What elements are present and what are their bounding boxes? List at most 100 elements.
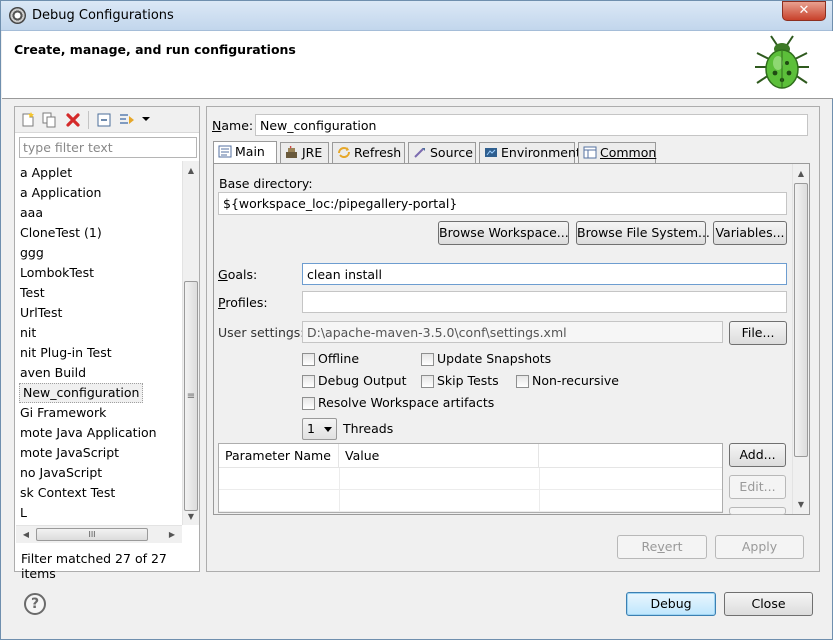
tab-jre-label: JRE	[302, 145, 323, 160]
goals-label: Goals:	[218, 267, 257, 282]
tree-item[interactable]: UrlTest	[20, 303, 62, 323]
tree-vertical-scrollbar[interactable]: ▲ ≡ ▼	[182, 161, 199, 525]
table-row[interactable]	[219, 490, 722, 512]
name-label: Name:	[212, 118, 253, 133]
tab-vertical-scrollbar[interactable]: ▲ ▼	[792, 164, 809, 514]
duplicate-icon[interactable]	[41, 112, 57, 128]
configurations-panel: type filter text a Applet a Application …	[14, 106, 200, 581]
tree-item[interactable]: aven Build	[20, 363, 86, 383]
refresh-icon	[338, 147, 350, 158]
tree-item[interactable]: mote JavaScript	[20, 443, 119, 463]
close-button[interactable]: Close	[724, 592, 813, 616]
eclipse-debug-icon	[9, 7, 26, 24]
resolve-workspace-checkbox[interactable]	[302, 397, 315, 410]
vertical-scroll-thumb[interactable]: ≡	[184, 281, 198, 511]
base-directory-field[interactable]: ${workspace_loc:/pipegallery-portal}	[218, 192, 787, 215]
revert-mnemonic: v	[657, 539, 665, 554]
revert-button[interactable]: Revert	[617, 535, 707, 559]
debug-button[interactable]: Debug	[626, 592, 716, 616]
filter-menu-chevron-down-icon[interactable]	[142, 117, 150, 121]
profiles-field[interactable]	[302, 291, 787, 313]
skip-tests-checkbox[interactable]	[421, 375, 434, 388]
scroll-up-icon[interactable]: ▲	[793, 166, 809, 182]
browse-workspace-button[interactable]: Browse Workspace...	[438, 221, 569, 245]
horizontal-scroll-thumb[interactable]: III	[36, 528, 148, 541]
profiles-label: Profiles:	[218, 295, 268, 310]
scroll-right-icon[interactable]: ▶	[164, 527, 180, 543]
window-close-button[interactable]: ✕	[782, 1, 826, 21]
tree-item[interactable]: aaa	[20, 203, 43, 223]
add-parameter-button[interactable]: Add...	[729, 443, 786, 467]
delete-icon[interactable]	[65, 112, 81, 128]
configurations-toolbar	[15, 107, 199, 133]
tab-source-label: Source	[430, 145, 473, 160]
tree-item[interactable]: mote Java Application	[20, 423, 157, 443]
tab-source[interactable]: Source	[408, 142, 476, 163]
environment-icon	[485, 148, 497, 157]
remove-parameter-button-partial[interactable]	[729, 507, 786, 515]
non-recursive-label: Non-recursive	[532, 373, 619, 388]
collapse-all-icon[interactable]	[96, 112, 112, 128]
threads-select[interactable]: 1	[302, 418, 337, 440]
non-recursive-checkbox[interactable]	[516, 375, 529, 388]
threads-chevron-down-icon	[324, 427, 332, 432]
parameters-table[interactable]: Parameter Name Value	[218, 443, 723, 513]
tab-common-label: Common	[600, 145, 657, 160]
tree-item[interactable]: CloneTest (1)	[20, 223, 102, 243]
goals-label-rest: oals:	[227, 267, 258, 282]
scroll-down-icon[interactable]: ▼	[183, 509, 199, 525]
tab-vertical-scroll-thumb[interactable]	[794, 183, 808, 457]
title-bar[interactable]: Debug Configurations ✕	[1, 1, 832, 31]
goals-mnemonic: G	[218, 267, 228, 282]
name-field[interactable]: New_configuration	[255, 114, 808, 136]
update-snapshots-checkbox[interactable]	[421, 353, 434, 366]
jre-icon	[286, 146, 297, 158]
tab-environment[interactable]: Environment	[479, 142, 581, 163]
offline-label: Offline	[318, 351, 360, 366]
main-tab-icon	[218, 145, 232, 158]
help-icon[interactable]: ?	[24, 593, 46, 615]
edit-parameter-button[interactable]: Edit...	[729, 475, 786, 499]
tree-item[interactable]: Test	[20, 283, 45, 303]
tree-item[interactable]: LombokTest	[20, 263, 94, 283]
tree-item[interactable]: a Application	[20, 183, 101, 203]
tab-common[interactable]: Common	[578, 142, 656, 163]
offline-checkbox[interactable]	[302, 353, 315, 366]
filter-icon[interactable]	[119, 112, 135, 128]
tab-refresh[interactable]: Refresh	[332, 142, 405, 163]
parameter-name-column-header[interactable]: Parameter Name	[219, 444, 339, 468]
filter-status: Filter matched 27 of 27 items	[21, 551, 167, 581]
goals-field[interactable]: clean install	[302, 263, 787, 285]
file-button[interactable]: File...	[729, 321, 787, 345]
bug-icon	[755, 35, 809, 89]
tab-jre[interactable]: JRE	[280, 142, 329, 163]
tree-item[interactable]: no JavaScript	[20, 463, 102, 483]
scroll-down-icon[interactable]: ▼	[793, 497, 809, 513]
value-column-header[interactable]: Value	[339, 444, 539, 468]
tree-item[interactable]: sk Context Test	[20, 483, 115, 503]
variables-button[interactable]: Variables...	[713, 221, 787, 245]
name-mnemonic: N	[212, 118, 222, 133]
tab-main-label: Main	[235, 144, 265, 159]
tab-main[interactable]: Main	[213, 141, 277, 164]
tree-item[interactable]: ggg	[20, 243, 44, 263]
apply-button[interactable]: Apply	[715, 535, 804, 559]
threads-value: 1	[307, 421, 315, 436]
scroll-up-icon[interactable]: ▲	[183, 163, 199, 179]
tree-item[interactable]: a Applet	[20, 163, 72, 183]
new-configuration-icon[interactable]	[20, 112, 36, 128]
browse-file-system-button[interactable]: Browse File System...	[576, 221, 710, 245]
tree-item[interactable]: L	[20, 503, 27, 521]
tree-item[interactable]: nit	[20, 323, 36, 343]
tree-horizontal-scrollbar[interactable]: ◀ III ▶	[16, 525, 182, 543]
filter-input[interactable]: type filter text	[19, 137, 197, 158]
source-icon	[414, 148, 425, 158]
tree-item[interactable]: nit Plug-in Test	[20, 343, 112, 363]
table-row[interactable]	[219, 468, 722, 490]
scroll-left-icon[interactable]: ◀	[18, 527, 34, 543]
tree-item[interactable]: Gi Framework	[20, 403, 106, 423]
tree-item-selected[interactable]: New_configuration	[19, 383, 144, 403]
tab-environment-label: Environment	[501, 145, 581, 160]
user-settings-field[interactable]: D:\apache-maven-3.5.0\conf\settings.xml	[302, 321, 723, 343]
debug-output-checkbox[interactable]	[302, 375, 315, 388]
